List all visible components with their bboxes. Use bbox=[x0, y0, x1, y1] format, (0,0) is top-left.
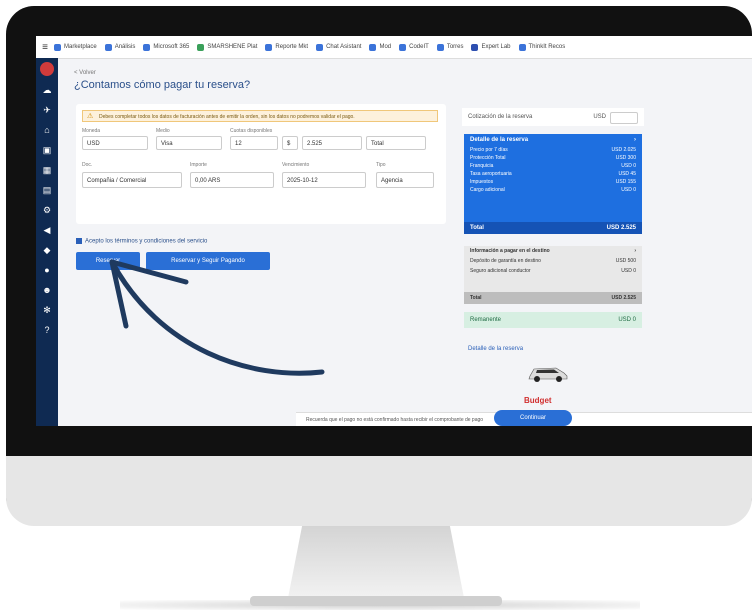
annotation-arrow bbox=[109, 259, 325, 376]
